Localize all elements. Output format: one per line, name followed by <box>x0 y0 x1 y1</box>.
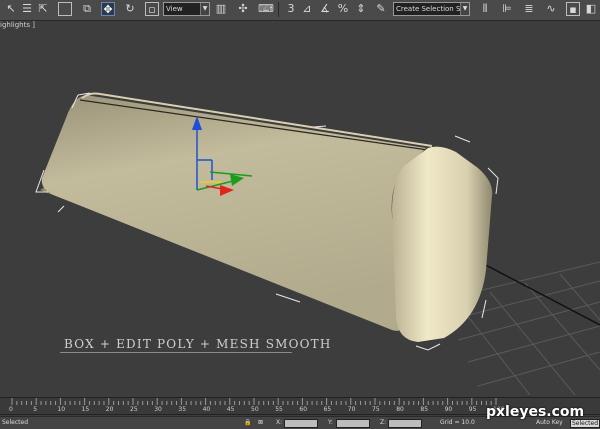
box-side-face <box>41 95 427 331</box>
z-coordinate-field[interactable] <box>388 419 422 428</box>
rotate-icon[interactable]: ↻ <box>123 2 137 16</box>
selection-set-label: Create Selection Se <box>396 5 465 13</box>
timeline-tick-label: 20 <box>105 406 114 413</box>
x-coordinate-field[interactable] <box>284 419 318 428</box>
select-object-icon[interactable]: ↖ <box>4 2 18 16</box>
timeline-tick-label: 85 <box>420 406 429 413</box>
timeline-tick-label: 70 <box>347 406 356 413</box>
snaps-icon[interactable]: ⊿ <box>300 2 314 16</box>
selected-filter-label: Selected <box>572 420 599 427</box>
timeline-tick-label: 40 <box>202 406 211 413</box>
timeline-tick-label: 25 <box>130 406 138 413</box>
timeline-tick-label: 5 <box>33 406 38 413</box>
auto-key-button[interactable]: Auto Key <box>536 419 563 426</box>
caption-underline <box>60 352 292 353</box>
rect-region-icon[interactable] <box>58 2 72 16</box>
select-cursor-icon[interactable]: ⇱ <box>36 2 50 16</box>
timeline-tick-label: 55 <box>275 406 283 413</box>
move-icon[interactable]: ✥ <box>101 2 115 16</box>
timeline-tick-label: 0 <box>9 406 13 413</box>
percent-snap-icon[interactable]: % <box>336 2 350 16</box>
scale-icon[interactable]: ▫ <box>145 2 159 16</box>
snaps-toggle-icon[interactable]: 3 <box>284 2 298 16</box>
snap-number: 3 <box>287 2 295 15</box>
selection-status: Selected <box>2 419 29 426</box>
key-filter-field[interactable]: Selected <box>570 419 600 428</box>
absolute-mode-icon[interactable]: ⊠ <box>258 419 263 426</box>
edit-named-sets-icon[interactable]: ✎ <box>374 2 388 16</box>
chevron-down-icon: ▼ <box>200 3 209 15</box>
align-icon[interactable]: ⊫ <box>500 2 514 16</box>
timeline-tick-label: 50 <box>251 406 259 413</box>
grid-size-readout: Grid = 10.0 <box>440 419 475 426</box>
layers-icon[interactable]: ≣ <box>522 2 536 16</box>
chevron-down-icon: ▼ <box>460 3 469 15</box>
viewport-caption: BOX + EDIT POLY + MESH SMOOTH <box>64 337 332 351</box>
keyboard-shortcut-icon[interactable]: ⌨ <box>258 2 274 16</box>
timeline-tick-label: 80 <box>396 406 404 413</box>
z-label: Z: <box>380 419 387 426</box>
curve-editor-icon[interactable]: ∿ <box>544 2 558 16</box>
watermark-logo: pxleyes.com <box>486 404 585 420</box>
main-toolbar: ↖ ☰ ⇱ ⧉ ✥ ↻ ▫ View ▼ ▥ ✣ ⌨ 3 ⊿ ∡ % ⇕ ✎ C… <box>0 0 600 21</box>
material-editor-icon[interactable]: ◧ <box>584 2 598 16</box>
y-label: Y: <box>328 419 333 426</box>
timeline-tick-label: 35 <box>178 406 187 413</box>
select-manipulate-icon[interactable]: ✣ <box>236 2 250 16</box>
timeline-tick-label: 95 <box>468 406 477 413</box>
toolbar-separator <box>278 2 279 17</box>
timeline-tick-label: 75 <box>372 406 380 413</box>
spinner-snap-icon[interactable]: ⇕ <box>354 2 368 16</box>
lock-selection-icon[interactable]: 🔒 <box>244 419 251 426</box>
angle-snap-icon[interactable]: ∡ <box>318 2 332 16</box>
timeline-tick-label: 15 <box>81 406 90 413</box>
y-coordinate-field[interactable] <box>336 419 370 428</box>
select-by-name-icon[interactable]: ☰ <box>20 2 34 16</box>
timeline-tick-label: 10 <box>57 406 66 413</box>
timeline-tick-label: 65 <box>323 406 332 413</box>
mirror-icon[interactable]: ⫴ <box>478 2 492 16</box>
reference-coord-dropdown[interactable]: View ▼ <box>163 2 210 16</box>
timeline-tick-label: 30 <box>154 406 162 413</box>
timeline-tick-label: 90 <box>444 406 453 413</box>
timeline-tick-label: 45 <box>226 406 235 413</box>
view-dropdown-label: View <box>166 5 183 13</box>
pivot-icon[interactable]: ▥ <box>214 2 228 16</box>
x-label: X: <box>276 419 283 426</box>
viewport-label[interactable]: ighlights ] <box>0 21 35 29</box>
timeline-tick-label: 60 <box>299 406 308 413</box>
window-crossing-icon[interactable]: ⧉ <box>80 2 94 16</box>
ground-grid-axis <box>479 261 600 326</box>
schematic-view-icon[interactable]: ▪ <box>566 2 580 16</box>
selection-set-dropdown[interactable]: Create Selection Se ▼ <box>393 2 470 16</box>
